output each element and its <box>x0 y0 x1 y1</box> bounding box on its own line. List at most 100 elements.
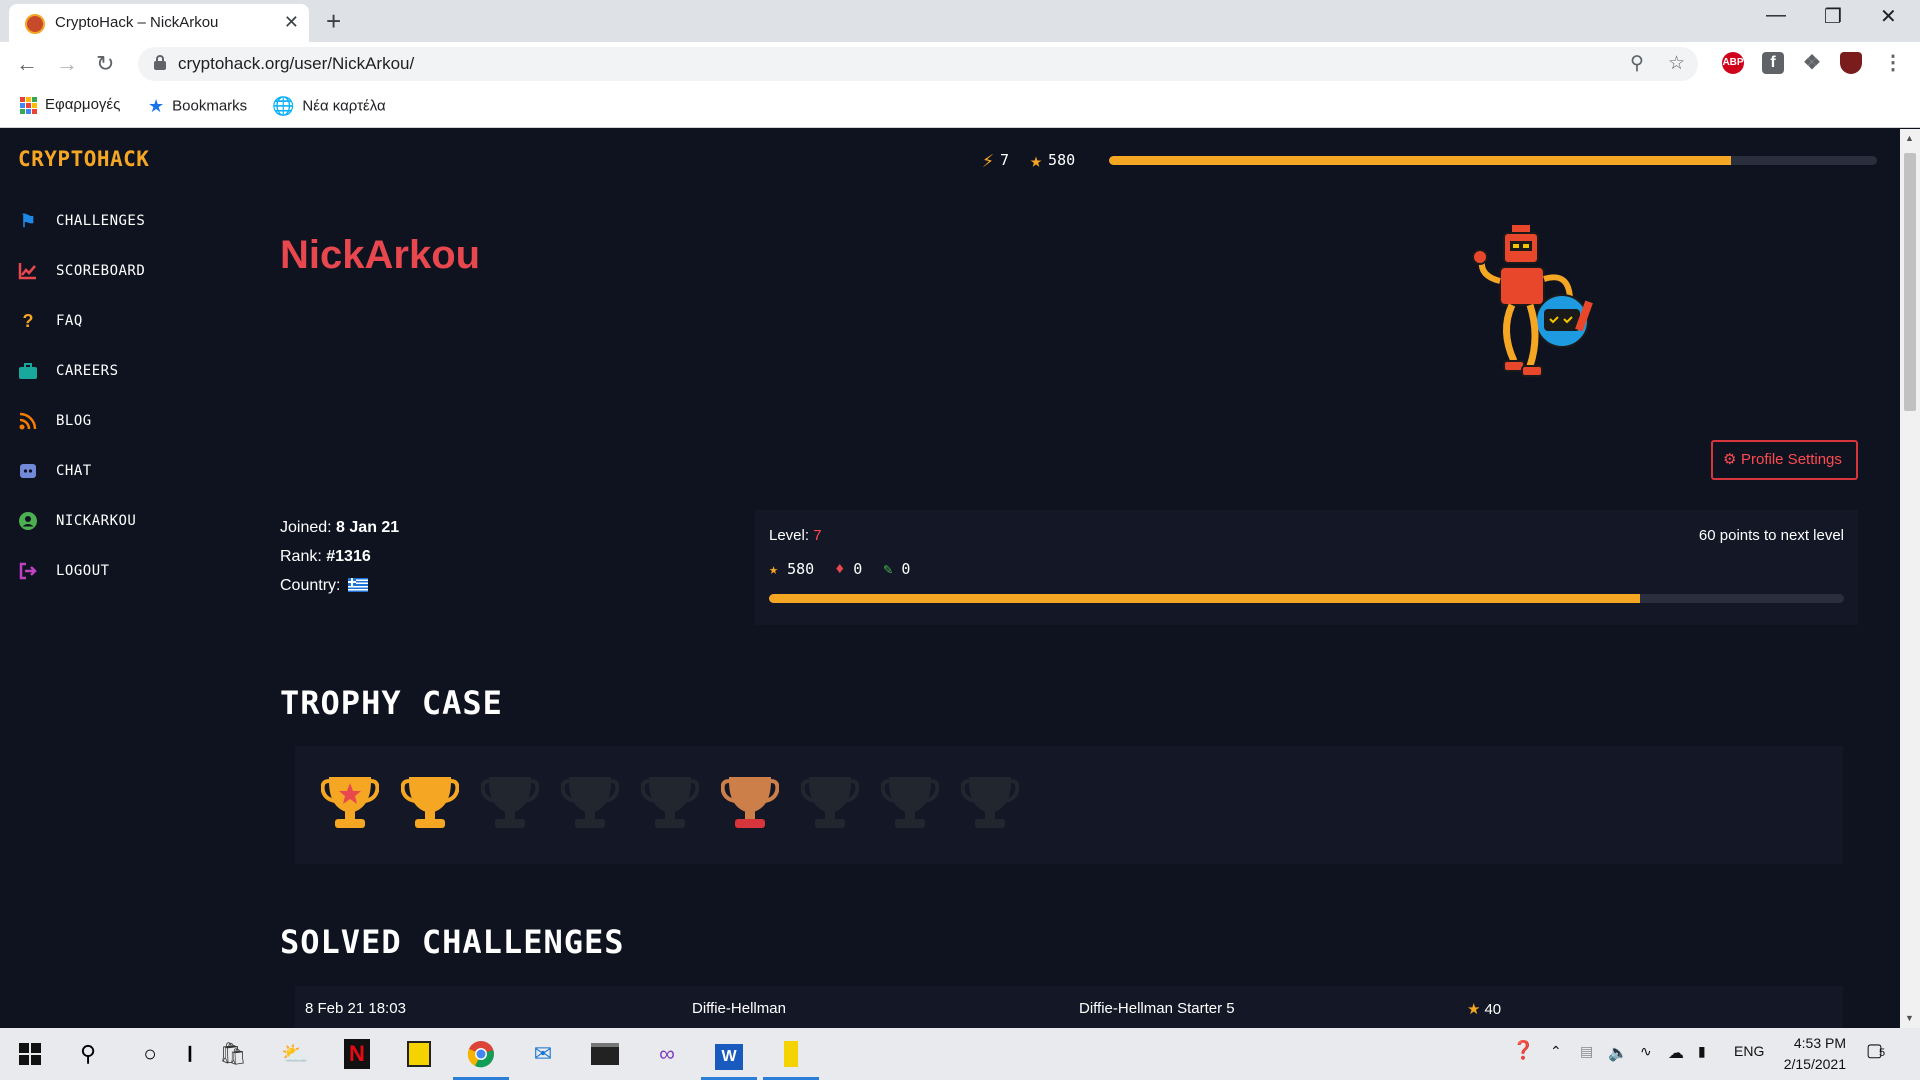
top-progress-bar <box>1109 156 1877 165</box>
cortana-icon[interactable]: ○ <box>130 1036 170 1072</box>
table-row[interactable]: 8 Feb 21 18:03 Diffie-Hellman Diffie-Hel… <box>295 986 1843 1028</box>
top-level-value: 7 <box>1000 151 1010 169</box>
word-icon[interactable]: W <box>709 1036 749 1072</box>
scroll-up-arrow-icon[interactable]: ▲ <box>1905 133 1914 143</box>
trophy-icon[interactable] <box>640 769 700 833</box>
facebook-extension-icon[interactable]: f <box>1762 52 1784 74</box>
weather-app-icon[interactable]: ⛅ <box>275 1036 315 1072</box>
new-tab-button[interactable]: + <box>326 6 341 37</box>
bookmark-folder[interactable]: ★ Bookmarks <box>148 96 247 117</box>
bookmark-apps-label: Εφαρμογές <box>45 96 121 113</box>
chart-line-icon <box>18 261 38 281</box>
adblock-plus-icon[interactable]: ABP <box>1722 52 1744 74</box>
trophy-icon[interactable] <box>480 769 540 833</box>
bookmark-star-icon[interactable]: ☆ <box>1668 52 1685 75</box>
url-text[interactable]: cryptohack.org/user/NickArkou/ <box>178 54 414 74</box>
next-level-text: 60 points to next level <box>1698 527 1844 544</box>
chrome-icon[interactable] <box>461 1036 501 1072</box>
task-view-icon[interactable]: ❙ <box>170 1036 210 1072</box>
scroll-down-arrow-icon[interactable]: ▼ <box>1905 1013 1914 1023</box>
bookmark-new-tab[interactable]: 🌐 Νέα καρτέλα <box>272 96 386 117</box>
scroll-thumb[interactable] <box>1904 153 1916 411</box>
profile-settings-button[interactable]: ⚙ Profile Settings <box>1711 440 1858 480</box>
visual-studio-icon[interactable]: ∞ <box>647 1036 687 1072</box>
windows-start-icon[interactable] <box>10 1036 50 1072</box>
forward-arrow-icon[interactable]: → <box>56 51 78 77</box>
browser-toolbar: ← → ↻ cryptohack.org/user/NickArkou/ ⚲ ☆… <box>0 42 1920 86</box>
taskbar-clock[interactable]: 4:53 PM 2/15/2021 <box>1762 1033 1846 1075</box>
nav-label: BLOG <box>56 413 92 429</box>
lock-icon[interactable] <box>154 55 166 70</box>
minimize-button[interactable]: — <box>1766 4 1786 27</box>
sticky-notes-icon[interactable] <box>399 1036 439 1072</box>
action-center-icon[interactable]: ▢5 <box>1866 1040 1885 1061</box>
store-icon[interactable]: 🛍 <box>213 1036 253 1072</box>
bookmark-apps[interactable]: Εφαρμογές <box>20 96 120 114</box>
trophy-icon[interactable] <box>320 769 380 833</box>
flag-icon: ⚑ <box>19 211 37 231</box>
battery-icon[interactable]: ▮ <box>1698 1043 1706 1060</box>
file-explorer-icon[interactable] <box>771 1036 811 1072</box>
level-panel: Level: 7 60 points to next level ★ 580 ♦… <box>755 510 1858 625</box>
level-progress-bar <box>769 594 1844 603</box>
reload-icon[interactable]: ↻ <box>96 51 114 77</box>
bloods-value: 0 <box>853 560 863 578</box>
country-label: Country: <box>280 577 341 594</box>
solved-challenges-heading: SOLVED CHALLENGES <box>280 923 625 961</box>
apps-grid-icon <box>20 96 37 114</box>
tray-chevron-up-icon[interactable]: ⌃ <box>1550 1043 1562 1060</box>
rank-value: #1316 <box>326 548 371 565</box>
trophy-icon[interactable] <box>560 769 620 833</box>
tray-notification-icon[interactable]: ▤ <box>1580 1043 1593 1060</box>
nav-label: NICKARKOU <box>56 513 137 529</box>
maximize-button[interactable]: ❐ <box>1824 4 1842 29</box>
top-points-stat: ★ 580 <box>1030 148 1075 172</box>
discord-icon <box>18 461 38 481</box>
joined-line: Joined: 8 Jan 21 <box>280 519 399 537</box>
trophy-icon[interactable] <box>720 769 780 833</box>
page-scrollbar[interactable]: ▲ ▼ <box>1900 129 1920 1028</box>
cryptohack-page: CRYPTOHACK ⚑ CHALLENGES SCOREBOARD ? FAQ… <box>0 129 1900 1028</box>
rank-line: Rank: #1316 <box>280 548 371 566</box>
trophy-icon[interactable] <box>960 769 1020 833</box>
trophy-icon[interactable] <box>880 769 940 833</box>
zoom-icon[interactable]: ⚲ <box>1630 52 1644 75</box>
back-arrow-icon[interactable]: ← <box>16 51 38 77</box>
profile-username: NickArkou <box>280 233 481 277</box>
top-progress-fill <box>1109 156 1732 165</box>
chrome-menu-icon[interactable]: ⋮ <box>1882 52 1904 74</box>
country-line: Country: <box>280 577 369 595</box>
windows-taskbar: ⚲ ○ ❙ 🛍 ⛅ N ✉ ∞ W ❓ ⌃ ▤ 🔈 ∿ ☁ ▮ ENG 4:53… <box>0 1028 1920 1080</box>
solved-points: ★ 40 <box>1467 1000 1501 1018</box>
wifi-icon[interactable]: ∿ <box>1640 1043 1652 1060</box>
terminal-icon[interactable] <box>585 1036 625 1072</box>
site-logo[interactable]: CRYPTOHACK <box>18 147 149 171</box>
tab-title: CryptoHack – NickArkou <box>55 14 219 31</box>
language-indicator[interactable]: ENG <box>1734 1043 1764 1059</box>
notification-count: 5 <box>1879 1047 1886 1059</box>
clock-date: 2/15/2021 <box>1783 1056 1846 1072</box>
close-window-button[interactable]: ✕ <box>1880 4 1897 29</box>
user-icon <box>18 511 38 531</box>
search-icon[interactable]: ⚲ <box>68 1036 108 1072</box>
browser-tab[interactable]: CryptoHack – NickArkou ✕ <box>9 4 309 42</box>
extensions-puzzle-icon[interactable]: ❖ <box>1801 52 1823 74</box>
volume-icon[interactable]: 🔈 <box>1608 1043 1628 1063</box>
briefcase-icon <box>18 361 38 381</box>
netflix-icon[interactable]: N <box>337 1036 377 1072</box>
rank-label: Rank: <box>280 548 322 565</box>
trophy-icon[interactable] <box>800 769 860 833</box>
help-icon[interactable]: ❓ <box>1512 1040 1534 1061</box>
greece-flag-icon <box>348 578 369 592</box>
address-bar[interactable]: cryptohack.org/user/NickArkou/ ⚲ ☆ <box>138 47 1698 81</box>
mail-icon[interactable]: ✉ <box>523 1036 563 1072</box>
globe-icon: 🌐 <box>272 96 295 116</box>
onedrive-icon[interactable]: ☁ <box>1668 1043 1684 1063</box>
tab-close-icon[interactable]: ✕ <box>284 12 299 33</box>
trophy-case <box>295 746 1843 864</box>
shield-extension-icon[interactable] <box>1840 52 1862 74</box>
cryptohack-favicon-icon <box>25 14 45 34</box>
solved-points-value: 40 <box>1484 1001 1502 1018</box>
points-value: 580 <box>787 560 815 578</box>
trophy-icon[interactable] <box>400 769 460 833</box>
